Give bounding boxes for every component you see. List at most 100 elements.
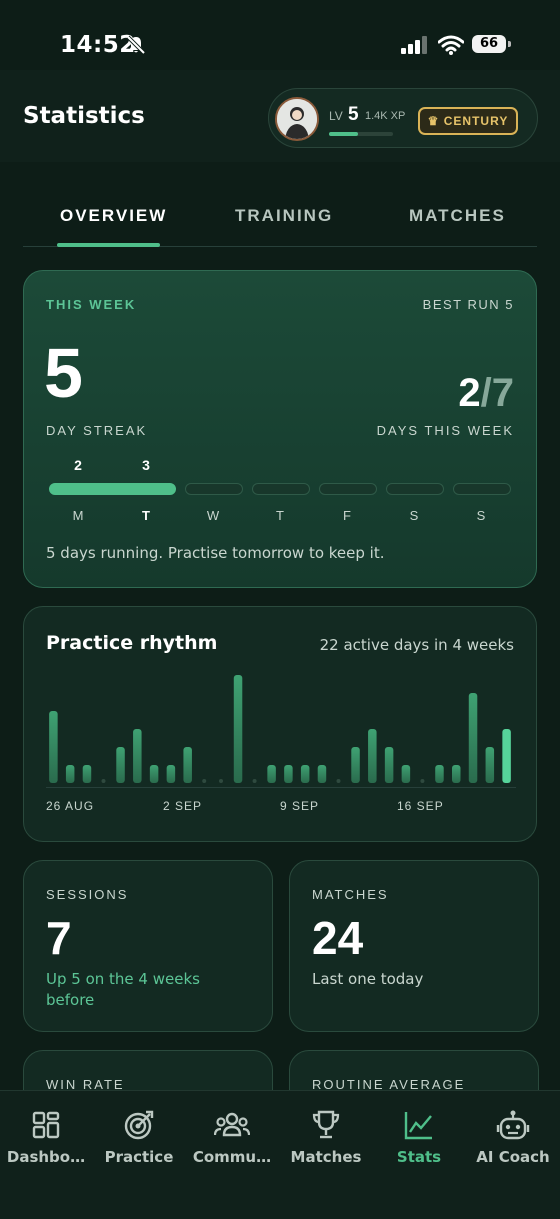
rhythm-subtitle: 22 active days in 4 weeks	[319, 636, 514, 654]
this-week-label: THIS WEEK	[46, 297, 137, 312]
rhythm-bar	[435, 765, 444, 783]
rhythm-bar	[82, 765, 92, 783]
rhythm-bar	[351, 747, 360, 783]
days-this-week-label: DAYS THIS WEEK	[376, 423, 514, 438]
week-progress-sat	[386, 483, 444, 495]
level-prefix: LV	[329, 109, 343, 123]
rhythm-bar	[368, 729, 377, 783]
rhythm-empty-day	[202, 779, 207, 783]
week-progress-filled	[49, 483, 176, 495]
best-run-label: BEST RUN 5	[422, 297, 514, 312]
avatar-portrait-icon	[277, 99, 317, 139]
rhythm-empty-day	[219, 779, 223, 783]
streak-value: 5	[44, 334, 83, 412]
matches-label: MATCHES	[312, 887, 389, 902]
tab-training[interactable]: TRAINING	[235, 206, 333, 226]
nav-label: Stats	[396, 1148, 442, 1166]
rhythm-bar	[317, 765, 327, 783]
robot-icon	[496, 1110, 530, 1140]
rhythm-bar	[384, 747, 394, 783]
day-label-tue: T	[142, 508, 150, 523]
days-this-week-value: 2/7	[458, 371, 514, 416]
rhythm-bar	[284, 765, 293, 783]
rhythm-bar	[233, 675, 243, 783]
xp-progress-fill	[329, 132, 358, 136]
battery-indicator: 66	[472, 35, 511, 53]
streak-message: 5 days running. Practise tomorrow to kee…	[46, 544, 385, 562]
matches-detail: Last one today	[312, 970, 424, 988]
profile-level-pill[interactable]: LV 5 1.4K XP ♛ CENTURY	[268, 88, 538, 148]
rhythm-bar	[401, 765, 411, 783]
century-badge[interactable]: ♛ CENTURY	[418, 107, 518, 135]
day-label-sun: S	[476, 508, 486, 523]
day-label-thu: T	[276, 508, 284, 523]
rhythm-bar	[116, 747, 125, 783]
bottom-navigation: Dashbo… Practice Commu… Matches Stats AI…	[0, 1090, 560, 1219]
week-progress-thu	[252, 483, 310, 495]
rhythm-empty-day	[336, 779, 341, 783]
week-progress-sun	[453, 483, 511, 495]
day-streak-label: DAY STREAK	[46, 423, 148, 438]
days-done: 2	[458, 371, 481, 415]
nav-ai-coach[interactable]: AI Coach	[467, 1109, 559, 1166]
rhythm-bar	[300, 765, 310, 783]
day-label-wed: W	[206, 508, 220, 523]
tab-matches[interactable]: MATCHES	[409, 206, 506, 226]
rhythm-bar	[133, 729, 142, 783]
wifi-icon	[438, 35, 464, 55]
badge-label: CENTURY	[443, 114, 509, 128]
sessions-value: 7	[46, 912, 72, 964]
day-label-fri: F	[343, 508, 351, 523]
nav-dashboard[interactable]: Dashbo…	[0, 1109, 92, 1166]
week-progress-fri	[319, 483, 377, 495]
matches-value: 24	[312, 912, 364, 964]
level-number: 5	[348, 104, 359, 125]
stats-tabs: OVERVIEW TRAINING MATCHES	[23, 190, 537, 247]
rhythm-empty-day	[252, 779, 257, 783]
rhythm-bar	[166, 765, 176, 783]
rhythm-title: Practice rhythm	[46, 632, 218, 654]
matches-card[interactable]: MATCHES 24 Last one today	[289, 860, 539, 1032]
avatar[interactable]	[275, 97, 319, 141]
community-icon	[214, 1112, 250, 1137]
rhythm-bar	[485, 747, 495, 783]
dashboard-icon	[32, 1111, 60, 1139]
x-label-9-sep: 9 SEP	[280, 799, 320, 813]
status-time: 14:52	[60, 32, 136, 58]
nav-label: AI Coach	[476, 1148, 550, 1166]
x-label-16-sep: 16 SEP	[397, 799, 444, 813]
rhythm-bar	[65, 765, 75, 783]
practice-rhythm-card: Practice rhythm 22 active days in 4 week…	[23, 606, 537, 842]
x-label-26-aug: 26 AUG	[46, 799, 95, 813]
day-count-mon: 2	[74, 457, 82, 473]
day-label-mon: M	[72, 508, 84, 523]
rhythm-bar	[183, 747, 192, 783]
nav-stats[interactable]: Stats	[373, 1109, 465, 1166]
rhythm-bar	[452, 765, 461, 783]
nav-matches[interactable]: Matches	[280, 1109, 372, 1166]
sessions-label: SESSIONS	[46, 887, 129, 902]
rhythm-bar	[468, 693, 478, 783]
tab-overview[interactable]: OVERVIEW	[60, 206, 167, 226]
xp-progress-bar	[329, 132, 393, 136]
rhythm-bar-chart	[49, 675, 511, 783]
nav-practice[interactable]: Practice	[93, 1109, 185, 1166]
day-count-tue: 3	[142, 457, 150, 473]
rhythm-baseline	[46, 787, 516, 788]
nav-community[interactable]: Commu…	[186, 1109, 278, 1166]
nav-label: Dashbo…	[6, 1148, 86, 1166]
sessions-card[interactable]: SESSIONS 7 Up 5 on the 4 weeks before	[23, 860, 273, 1032]
active-tab-indicator	[57, 243, 160, 247]
xp-total: 1.4K XP	[365, 110, 406, 122]
rhythm-empty-day	[101, 779, 106, 783]
rhythm-bar	[267, 765, 276, 783]
crown-icon: ♛	[427, 114, 440, 128]
day-label-sat: S	[409, 508, 419, 523]
rhythm-bar	[502, 729, 511, 783]
muted-bell-icon	[126, 35, 146, 55]
week-progress-wed	[185, 483, 243, 495]
trophy-icon	[312, 1110, 340, 1139]
sessions-detail: Up 5 on the 4 weeks before	[46, 970, 200, 1009]
nav-label: Practice	[104, 1148, 174, 1166]
cellular-signal-icon	[401, 36, 427, 54]
